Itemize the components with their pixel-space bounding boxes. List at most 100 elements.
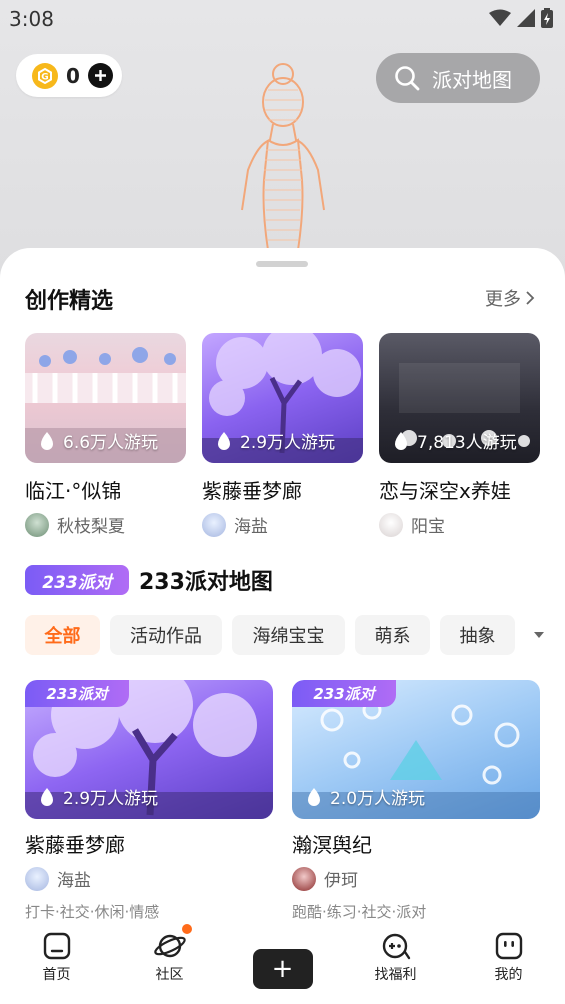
tab-home[interactable]: 首页 <box>0 922 113 1004</box>
play-count-text: 7,813人游玩 <box>417 433 517 453</box>
chevron-down-icon <box>534 632 544 638</box>
sheet-drag-handle[interactable] <box>256 261 308 267</box>
tag-abstract[interactable]: 抽象 <box>440 615 515 655</box>
author-name: 伊珂 <box>324 871 358 891</box>
play-count: 2.9万人游玩 <box>216 428 335 453</box>
tab-rewards-label: 找福利 <box>374 967 417 983</box>
bottom-tab-bar: 首页 社区 + 找福利 我的 <box>0 922 565 1004</box>
chevron-right-icon <box>526 291 535 305</box>
author-name: 阳宝 <box>411 517 445 537</box>
creation-card[interactable]: 7,813人游玩 恋与深空x养娃 阳宝 <box>379 333 540 537</box>
create-button[interactable]: + <box>252 949 313 989</box>
play-count: 2.0万人游玩 <box>306 784 425 809</box>
expand-tags-button[interactable] <box>515 615 565 655</box>
status-bar: 3:08 <box>0 0 565 38</box>
avatar <box>379 512 403 537</box>
creation-card[interactable]: 6.6万人游玩 临江·°似锦 秋枝梨夏 <box>25 333 186 537</box>
map-thumbnail[interactable]: 233派对 2.0万人游玩 <box>292 680 540 819</box>
author-name: 海盐 <box>57 871 91 891</box>
play-count-text: 6.6万人游玩 <box>63 433 159 453</box>
avatar <box>25 866 49 891</box>
coin-balance[interactable]: G 0 <box>16 54 122 97</box>
wifi-icon <box>489 9 511 26</box>
author-row: 阳宝 <box>379 512 540 537</box>
status-icons <box>489 8 553 28</box>
avatar-hero: 3:08 G 0 派对地图 <box>0 0 565 280</box>
creation-thumbnail[interactable]: 2.9万人游玩 <box>202 333 363 463</box>
tab-home-label: 首页 <box>42 967 71 983</box>
creation-thumbnail[interactable]: 7,813人游玩 <box>379 333 540 463</box>
play-count-text: 2.9万人游玩 <box>63 789 159 809</box>
author-name: 海盐 <box>234 517 268 537</box>
app-screen: 3:08 G 0 派对地图 创作精选 更多 6.6万人游玩 临江·°似锦 秋枝梨… <box>0 0 565 1004</box>
party-section-header: 233派对 233派对地图 <box>25 564 273 596</box>
play-count: 6.6万人游玩 <box>39 428 158 453</box>
fire-icon <box>41 787 53 806</box>
plus-icon <box>94 70 106 81</box>
map-thumbnail[interactable]: 233派对 2.9万人游玩 <box>25 680 273 819</box>
party-badge: 233派对 <box>25 680 129 707</box>
play-count-text: 2.9万人游玩 <box>240 433 336 453</box>
coin-icon: G <box>32 62 58 89</box>
status-time: 3:08 <box>9 7 54 31</box>
map-tags: 打卡·社交·休闲·情感 <box>25 903 160 921</box>
author-row: 海盐 <box>25 866 273 891</box>
search-icon <box>395 66 420 91</box>
fire-icon <box>41 431 53 450</box>
tag-cute[interactable]: 萌系 <box>355 615 430 655</box>
avatar <box>25 512 49 537</box>
author-row: 海盐 <box>202 512 363 537</box>
avatar-figure[interactable] <box>228 60 338 250</box>
signal-icon <box>517 9 535 27</box>
fire-icon <box>308 787 320 806</box>
map-title: 紫藤垂梦廊 <box>25 833 125 857</box>
search-label: 派对地图 <box>432 67 512 92</box>
card-title: 恋与深空x养娃 <box>379 479 511 503</box>
author-row: 秋枝梨夏 <box>25 512 186 537</box>
svg-text:G: G <box>41 72 48 82</box>
card-title: 临江·°似锦 <box>25 479 122 503</box>
face-icon <box>495 932 522 960</box>
party-badge: 233派对 <box>292 680 396 707</box>
creation-more-link[interactable]: 更多 <box>485 285 535 311</box>
play-count: 7,813人游玩 <box>393 428 517 453</box>
author-name: 秋枝梨夏 <box>57 517 125 537</box>
play-count-text: 2.0万人游玩 <box>330 789 426 809</box>
tab-community[interactable]: 社区 <box>113 922 226 1004</box>
notification-dot <box>182 924 192 934</box>
more-label: 更多 <box>485 289 521 310</box>
category-tags: 全部 活动作品 海绵宝宝 萌系 抽象 <box>25 615 565 655</box>
creation-card[interactable]: 2.9万人游玩 紫藤垂梦廊 海盐 <box>202 333 363 537</box>
tag-events[interactable]: 活动作品 <box>110 615 222 655</box>
avatar <box>292 866 316 891</box>
card-title: 紫藤垂梦廊 <box>202 479 302 503</box>
tag-all[interactable]: 全部 <box>25 615 100 655</box>
content-sheet: 创作精选 更多 6.6万人游玩 临江·°似锦 秋枝梨夏 2.9万人游玩 紫藤垂梦… <box>0 248 565 1004</box>
battery-icon <box>541 8 553 28</box>
home-icon <box>43 932 70 960</box>
tab-mine-label: 我的 <box>494 967 523 983</box>
tab-create[interactable]: + <box>226 922 339 1004</box>
author-row: 伊珂 <box>292 866 540 891</box>
tab-mine[interactable]: 我的 <box>452 922 565 1004</box>
tab-community-label: 社区 <box>155 967 184 983</box>
creation-thumbnail[interactable]: 6.6万人游玩 <box>25 333 186 463</box>
search-party-map-button[interactable]: 派对地图 <box>376 53 540 103</box>
party-section-title: 233派对地图 <box>139 570 273 595</box>
coin-value: 0 <box>66 63 80 88</box>
map-title: 瀚溟舆纪 <box>292 833 372 857</box>
planet-icon <box>153 934 186 958</box>
tab-rewards[interactable]: 找福利 <box>339 922 452 1004</box>
fire-icon <box>395 431 407 450</box>
add-coins-button[interactable] <box>87 63 113 88</box>
party-map-card[interactable]: 233派对 2.0万人游玩 瀚溟舆纪 伊珂 跑酷·练习·社交·派对 <box>292 680 540 922</box>
tag-spongebob[interactable]: 海绵宝宝 <box>232 615 345 655</box>
gamepad-icon <box>382 933 410 960</box>
avatar <box>202 512 226 537</box>
party-logo: 233派对 <box>25 565 129 595</box>
play-count: 2.9万人游玩 <box>39 784 158 809</box>
fire-icon <box>218 431 230 450</box>
map-tags: 跑酷·练习·社交·派对 <box>292 903 427 921</box>
party-map-card[interactable]: 233派对 2.9万人游玩 紫藤垂梦廊 海盐 打卡·社交·休闲·情感 <box>25 680 273 922</box>
creation-section-title: 创作精选 <box>25 289 114 314</box>
